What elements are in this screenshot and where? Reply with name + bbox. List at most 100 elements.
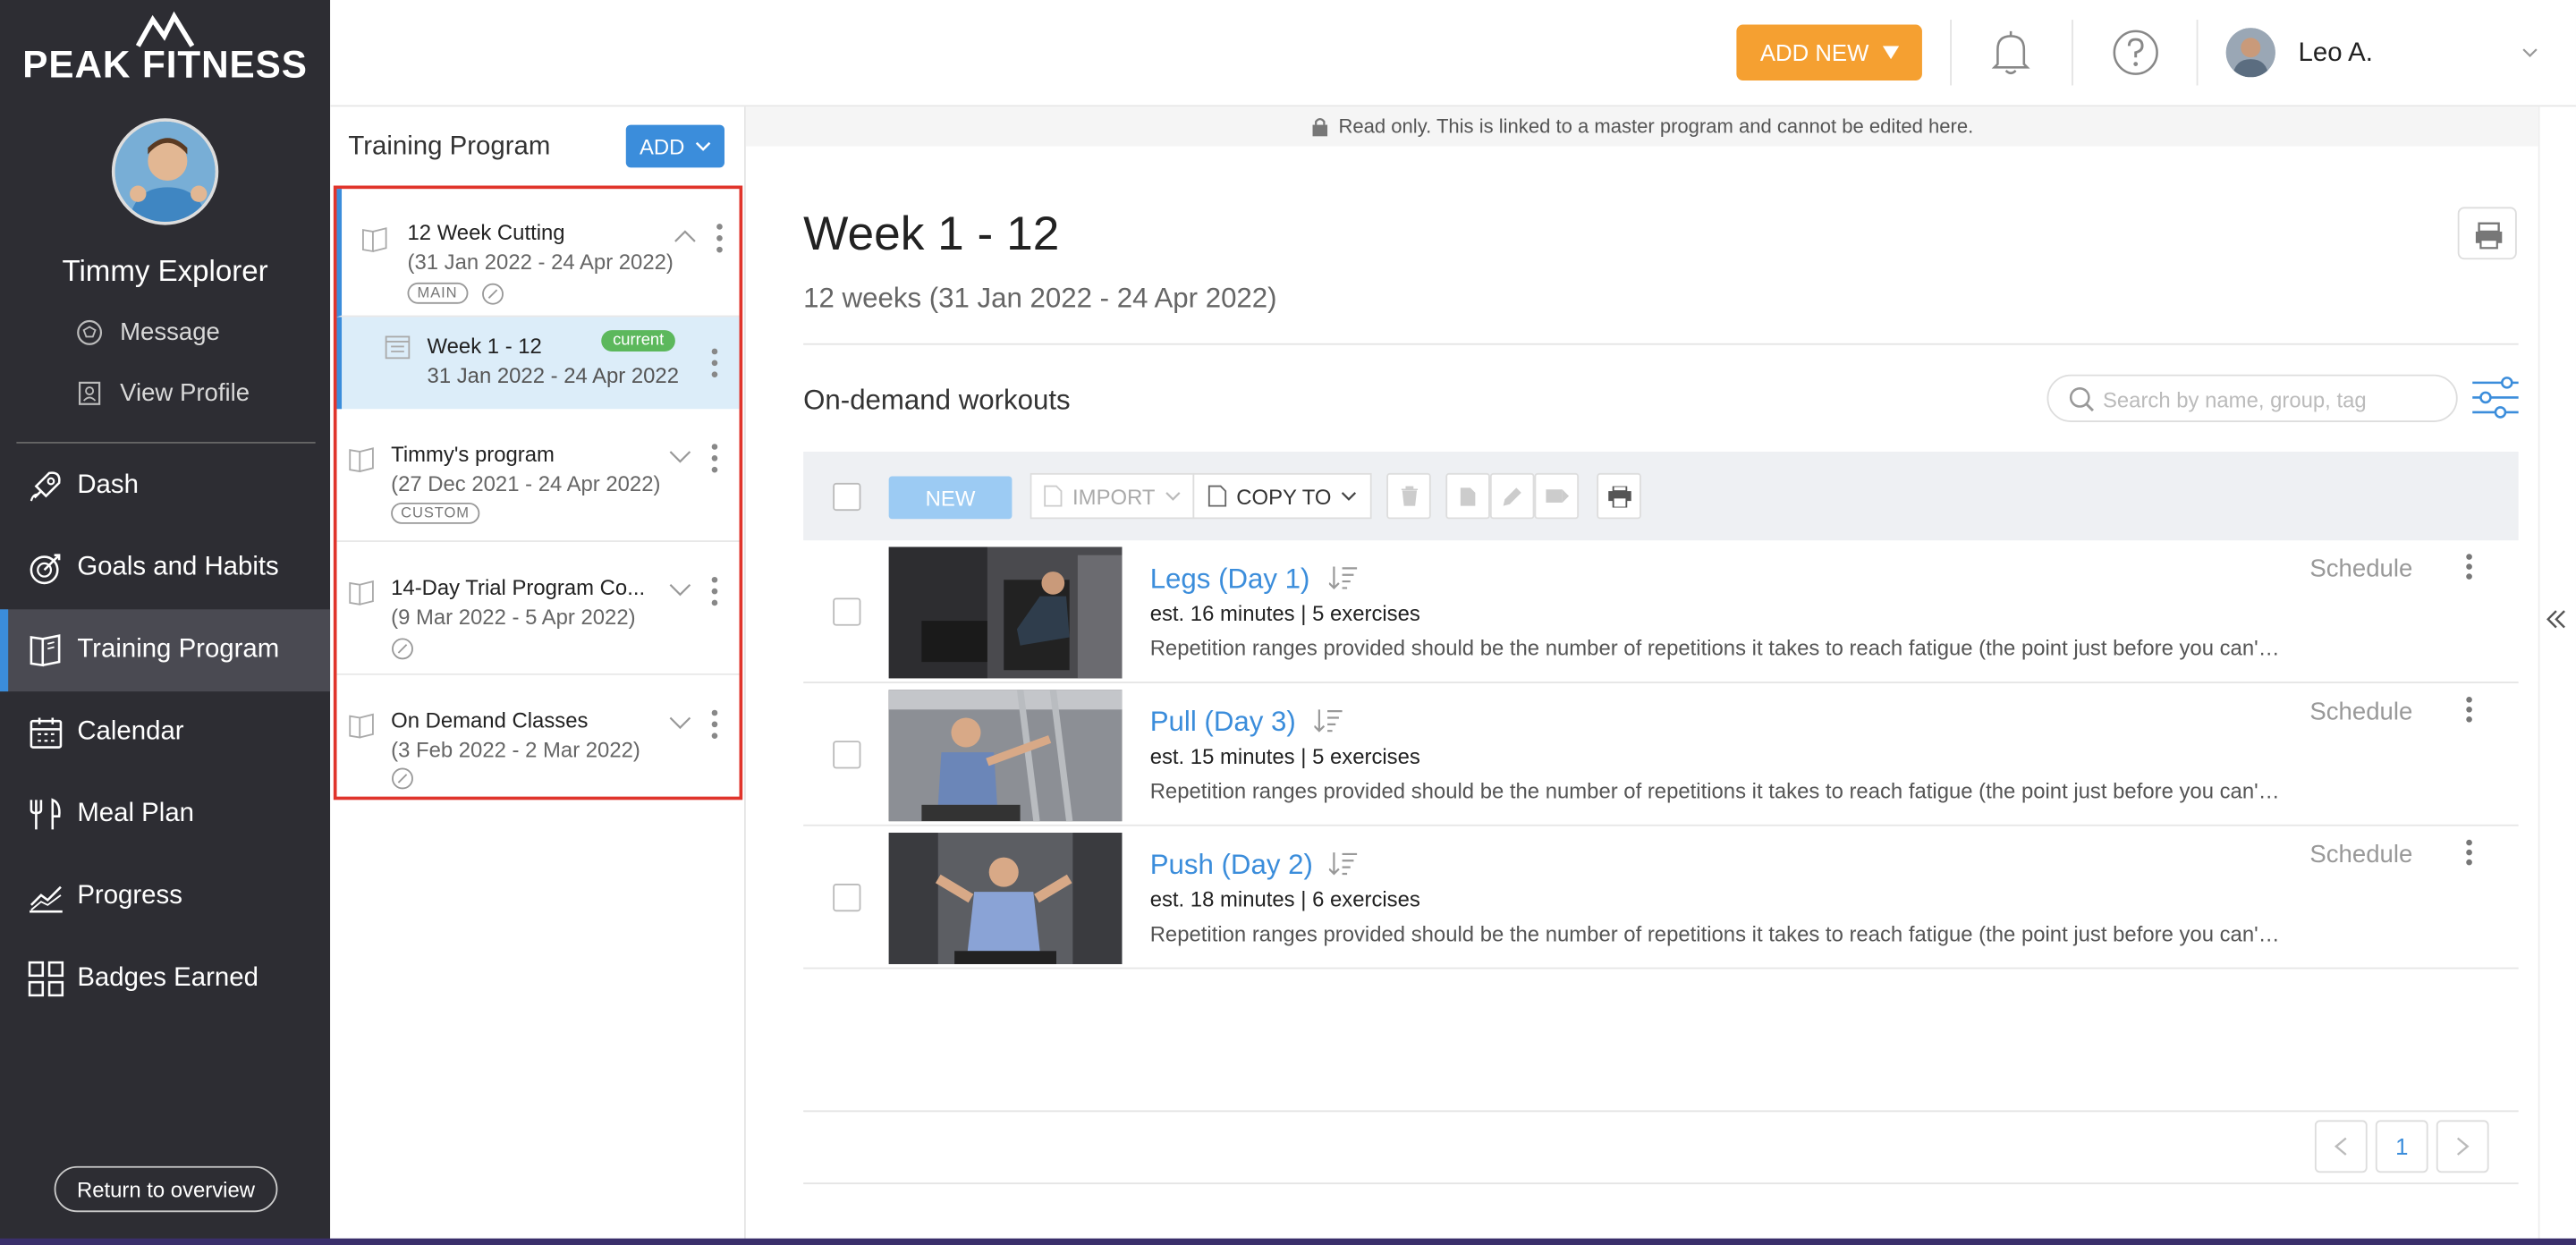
copy-file-icon	[1460, 487, 1476, 505]
more-vertical-icon[interactable]	[711, 444, 718, 473]
row-checkbox[interactable]	[833, 883, 861, 912]
add-new-label: ADD NEW	[1759, 39, 1869, 66]
more-vertical-icon[interactable]	[2466, 554, 2472, 580]
program-item-timmys-program[interactable]: Timmy's program (27 Dec 2021 - 24 Apr 20…	[336, 409, 740, 543]
page-number-button[interactable]: 1	[2375, 1120, 2428, 1173]
topbar-separator	[2072, 20, 2073, 86]
row-checkbox[interactable]	[833, 597, 861, 626]
help-icon[interactable]	[2109, 26, 2162, 79]
chevron-down-icon[interactable]	[2521, 46, 2538, 59]
print-button[interactable]	[2457, 207, 2517, 260]
push-workout-photo-icon	[888, 833, 1123, 964]
bell-icon[interactable]	[1985, 26, 2038, 79]
new-workout-button[interactable]: NEW	[888, 476, 1013, 520]
book-icon	[349, 713, 374, 739]
search-input[interactable]: Search by name, group, tag	[2046, 374, 2458, 422]
select-all-checkbox[interactable]	[833, 482, 861, 512]
pencil-icon	[1503, 487, 1521, 505]
add-program-button[interactable]: ADD	[625, 124, 724, 168]
search-placeholder: Search by name, group, tag	[2102, 387, 2367, 412]
filter-sliders-icon[interactable]	[2470, 377, 2520, 419]
chevron-up-icon[interactable]	[674, 228, 697, 244]
chart-icon	[30, 885, 63, 913]
double-chevron-left-icon[interactable]	[2545, 607, 2568, 631]
return-to-overview-button[interactable]: Return to overview	[54, 1165, 278, 1213]
week-item-current[interactable]: Week 1 - 12 current 31 Jan 2022 - 24 Apr…	[336, 317, 740, 410]
schedule-link[interactable]: Schedule	[2309, 555, 2412, 583]
chevron-down-icon[interactable]	[669, 448, 692, 464]
calendar-list-icon	[385, 335, 411, 360]
program-item-14-day-trial[interactable]: 14-Day Trial Program Co... (9 Mar 2022 -…	[336, 542, 740, 675]
workout-description: Repetition ranges provided should be the…	[1149, 778, 2284, 803]
row-checkbox[interactable]	[833, 741, 861, 769]
workout-name-link[interactable]: Pull (Day 3)	[1150, 707, 1296, 740]
nav-item-meal-plan[interactable]: Meal Plan	[0, 774, 330, 856]
program-name: Timmy's program	[391, 441, 555, 467]
nav-item-progress[interactable]: Progress	[0, 856, 330, 938]
workout-thumbnail[interactable]	[888, 546, 1123, 679]
schedule-link[interactable]: Schedule	[2309, 698, 2412, 725]
more-vertical-icon[interactable]	[711, 348, 718, 378]
import-button[interactable]: IMPORT	[1030, 472, 1195, 520]
prev-page-button[interactable]	[2314, 1120, 2368, 1173]
page-subtitle: 12 weeks (31 Jan 2022 - 24 Apr 2022)	[803, 282, 1277, 314]
more-vertical-icon[interactable]	[2466, 697, 2472, 723]
divider	[803, 1182, 2519, 1185]
nav-item-goals[interactable]: Goals and Habits	[0, 527, 330, 609]
workout-meta: est. 18 minutes | 6 exercises	[1149, 886, 1420, 912]
nav-label: Progress	[77, 882, 182, 910]
program-dates: (9 Mar 2022 - 5 Apr 2022)	[391, 604, 636, 630]
chevron-down-icon[interactable]	[669, 715, 692, 731]
exercise-order-icon	[1328, 566, 1358, 589]
view-profile-link[interactable]: View Profile	[75, 379, 250, 407]
add-new-button[interactable]: ADD NEW	[1736, 24, 1922, 80]
duplicate-button[interactable]	[1445, 472, 1490, 520]
link-icon	[392, 767, 413, 790]
schedule-link[interactable]: Schedule	[2309, 841, 2412, 868]
link-icon	[392, 638, 413, 660]
fork-knife-icon	[30, 798, 61, 830]
program-dates: (3 Feb 2022 - 2 Mar 2022)	[391, 737, 640, 763]
more-vertical-icon[interactable]	[716, 224, 723, 253]
nav-item-badges[interactable]: Badges Earned	[0, 938, 330, 1021]
chevron-down-icon[interactable]	[669, 581, 692, 597]
panel-title: Training Program	[348, 132, 551, 161]
client-avatar	[111, 118, 219, 225]
workout-meta: est. 16 minutes | 5 exercises	[1149, 601, 1420, 626]
workout-name-link[interactable]: Push (Day 2)	[1150, 849, 1313, 882]
nav-item-calendar[interactable]: Calendar	[0, 691, 330, 774]
program-item-12-week-cutting[interactable]: 12 Week Cutting (31 Jan 2022 - 24 Apr 20…	[336, 189, 740, 318]
program-item-on-demand-classes[interactable]: On Demand Classes (3 Feb 2022 - 2 Mar 20…	[337, 675, 740, 797]
tag-button[interactable]	[1534, 472, 1580, 520]
workout-thumbnail[interactable]	[888, 690, 1123, 822]
message-link[interactable]: Message	[75, 318, 220, 346]
user-name[interactable]: Leo A.	[2299, 39, 2373, 69]
copy-to-button[interactable]: COPY TO	[1192, 472, 1372, 520]
more-vertical-icon[interactable]	[711, 576, 718, 606]
delete-button[interactable]	[1386, 472, 1431, 520]
nav-label: Calendar	[77, 717, 184, 746]
program-panel: Training Program ADD 12 Week Cutting (31…	[330, 106, 746, 1245]
more-vertical-icon[interactable]	[711, 709, 718, 740]
next-page-button[interactable]	[2436, 1120, 2489, 1173]
right-collapse-rail	[2538, 106, 2576, 1245]
nav-item-dash[interactable]: Dash	[0, 445, 330, 528]
link-icon	[482, 283, 504, 305]
print-list-button[interactable]	[1597, 472, 1641, 520]
read-only-banner: Read only. This is linked to a master pr…	[745, 106, 2538, 147]
workout-row[interactable]: Legs (Day 1) est. 16 minutes | 5 exercis…	[803, 540, 2519, 683]
nav-item-training-program[interactable]: Training Program	[0, 609, 331, 692]
printer-icon	[2475, 222, 2503, 250]
program-name: 14-Day Trial Program Co...	[391, 574, 646, 600]
edit-button[interactable]	[1489, 472, 1535, 520]
user-avatar[interactable]	[2225, 28, 2275, 78]
client-name: Timmy Explorer	[62, 254, 268, 288]
workout-name-link[interactable]: Legs (Day 1)	[1150, 563, 1310, 597]
book-icon	[361, 227, 387, 253]
trash-icon	[1400, 486, 1418, 506]
workout-row[interactable]: Push (Day 2) est. 18 minutes | 6 exercis…	[803, 826, 2519, 970]
workout-thumbnail[interactable]	[888, 833, 1123, 964]
sidebar-divider	[16, 441, 316, 444]
more-vertical-icon[interactable]	[2466, 839, 2472, 866]
workout-row[interactable]: Pull (Day 3) est. 15 minutes | 5 exercis…	[803, 683, 2519, 826]
